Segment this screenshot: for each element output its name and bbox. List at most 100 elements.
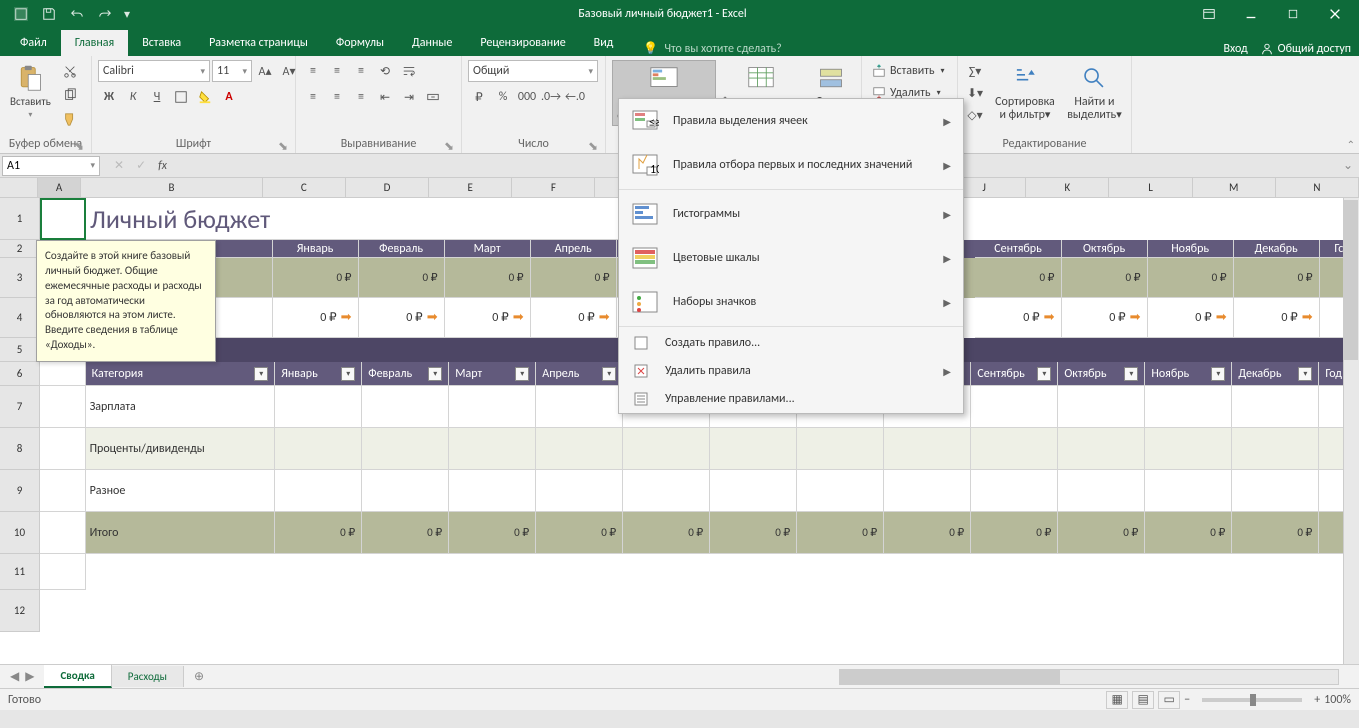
page-layout-view-button[interactable]: ▤ xyxy=(1132,691,1154,709)
normal-view-button[interactable]: ▦ xyxy=(1106,691,1128,709)
tab-scroll-right-icon[interactable]: ▶ xyxy=(25,669,34,684)
wrap-text-button[interactable] xyxy=(398,60,420,82)
tab-scroll-left-icon[interactable]: ◀ xyxy=(10,669,19,684)
row-header[interactable]: 12 xyxy=(0,590,40,632)
filter-button[interactable]: ▾ xyxy=(254,367,268,381)
orientation-icon[interactable]: ⟲ xyxy=(374,60,396,82)
row-header[interactable]: 2 xyxy=(0,240,40,258)
row-header[interactable]: 9 xyxy=(0,470,40,512)
fill-color-button[interactable] xyxy=(194,86,216,108)
align-middle-icon[interactable]: ≡ xyxy=(326,60,348,82)
file-tab[interactable]: Файл xyxy=(6,30,61,56)
minimize-button[interactable] xyxy=(1233,0,1269,28)
zoom-slider[interactable] xyxy=(1202,698,1302,702)
add-sheet-button[interactable]: ⊕ xyxy=(184,665,214,688)
share-button[interactable]: Общий доступ xyxy=(1260,42,1351,56)
col-header[interactable]: K xyxy=(1026,178,1109,198)
row-header[interactable]: 3 xyxy=(0,258,40,298)
fx-icon[interactable]: fx xyxy=(158,159,167,173)
menu-color-scales[interactable]: Цветовые шкалы▶ xyxy=(619,236,963,280)
horizontal-scrollbar[interactable] xyxy=(839,669,1339,685)
align-right-icon[interactable]: ≡ xyxy=(350,86,372,108)
align-bottom-icon[interactable]: ≡ xyxy=(350,60,372,82)
dialog-launcher-icon[interactable]: ⬊ xyxy=(73,139,85,151)
col-header[interactable]: A xyxy=(38,178,82,198)
tell-me-search[interactable]: 💡 Что вы хотите сделать? xyxy=(643,41,781,56)
dialog-launcher-icon[interactable]: ⬊ xyxy=(443,139,455,151)
number-format-combo[interactable]: Общий▾ xyxy=(468,60,598,82)
filter-button[interactable]: ▾ xyxy=(1037,367,1051,381)
currency-icon[interactable]: ₽ xyxy=(468,86,490,108)
col-header[interactable]: B xyxy=(81,178,262,198)
dialog-launcher-icon[interactable]: ⬊ xyxy=(587,139,599,151)
increase-font-icon[interactable]: A▴ xyxy=(254,60,276,82)
enter-formula-icon[interactable]: ✓ xyxy=(136,158,146,173)
increase-decimal-icon[interactable]: .0→ xyxy=(540,86,562,108)
increase-indent-icon[interactable]: ⇥ xyxy=(398,86,420,108)
underline-button[interactable]: Ч xyxy=(146,86,168,108)
sheet-tab-active[interactable]: Сводка xyxy=(44,665,111,688)
row-header[interactable]: 1 xyxy=(0,198,40,240)
percent-icon[interactable]: % xyxy=(492,86,514,108)
row-header[interactable]: 5 xyxy=(0,338,40,362)
sheet-tab[interactable]: Расходы xyxy=(112,666,184,687)
autosum-button[interactable]: ∑▾ xyxy=(964,60,986,82)
merge-button[interactable] xyxy=(422,86,444,108)
menu-new-rule[interactable]: Создать правило... xyxy=(619,329,963,357)
filter-button[interactable]: ▾ xyxy=(602,367,616,381)
collapse-ribbon-icon[interactable]: ⌃ xyxy=(1347,138,1355,151)
qat-customize[interactable]: ▾ xyxy=(120,3,134,25)
col-header[interactable]: C xyxy=(263,178,346,198)
italic-button[interactable]: К xyxy=(122,86,144,108)
ribbon-options-icon[interactable] xyxy=(1191,0,1227,28)
filter-button[interactable]: ▾ xyxy=(515,367,529,381)
align-top-icon[interactable]: ≡ xyxy=(302,60,324,82)
filter-button[interactable]: ▾ xyxy=(1298,367,1312,381)
col-header[interactable]: D xyxy=(346,178,429,198)
zoom-out-button[interactable]: − xyxy=(1184,693,1190,707)
menu-manage-rules[interactable]: Управление правилами... xyxy=(619,385,963,413)
font-color-button[interactable]: A xyxy=(218,86,240,108)
row-header[interactable]: 11 xyxy=(0,554,40,590)
comma-icon[interactable]: 000 xyxy=(516,86,538,108)
col-header[interactable]: L xyxy=(1109,178,1192,198)
tab-review[interactable]: Рецензирование xyxy=(466,30,579,56)
copy-button[interactable] xyxy=(59,84,81,106)
row-header[interactable]: 4 xyxy=(0,298,40,338)
cancel-formula-icon[interactable]: ✕ xyxy=(114,158,124,173)
font-size-combo[interactable]: 11▾ xyxy=(212,60,252,82)
border-button[interactable] xyxy=(170,86,192,108)
col-header[interactable]: F xyxy=(512,178,595,198)
cut-button[interactable] xyxy=(59,60,81,82)
align-left-icon[interactable]: ≡ xyxy=(302,86,324,108)
name-box[interactable]: A1▾ xyxy=(2,156,100,176)
row-header[interactable]: 10 xyxy=(0,512,40,554)
dialog-launcher-icon[interactable]: ⬊ xyxy=(277,139,289,151)
format-painter-button[interactable] xyxy=(59,108,81,130)
select-all-button[interactable] xyxy=(0,178,38,198)
fill-button[interactable]: ⬇▾ xyxy=(964,82,986,104)
zoom-level[interactable]: 100% xyxy=(1324,693,1351,707)
row-header[interactable]: 6 xyxy=(0,362,40,386)
paste-button[interactable]: Вставить ▾ xyxy=(6,60,55,122)
zoom-in-button[interactable]: + xyxy=(1314,693,1320,707)
menu-clear-rules[interactable]: Удалить правила▶ xyxy=(619,357,963,385)
vertical-scrollbar[interactable] xyxy=(1343,198,1359,664)
row-header[interactable]: 8 xyxy=(0,428,40,470)
save-button[interactable] xyxy=(36,3,62,25)
menu-icon-sets[interactable]: Наборы значков▶ xyxy=(619,280,963,324)
tab-data[interactable]: Данные xyxy=(398,30,466,56)
filter-button[interactable]: ▾ xyxy=(428,367,442,381)
font-name-combo[interactable]: Calibri▾ xyxy=(98,60,210,82)
page-break-view-button[interactable]: ▭ xyxy=(1158,691,1180,709)
expand-formula-bar-icon[interactable]: ⌄ xyxy=(1343,158,1359,173)
clear-button[interactable]: ◇▾ xyxy=(964,104,986,126)
find-select-button[interactable]: Найти и выделить▾ xyxy=(1064,60,1125,124)
signin-link[interactable]: Вход xyxy=(1223,42,1247,56)
tab-page-layout[interactable]: Разметка страницы xyxy=(195,30,322,56)
align-center-icon[interactable]: ≡ xyxy=(326,86,348,108)
tab-insert[interactable]: Вставка xyxy=(128,30,195,56)
tab-view[interactable]: Вид xyxy=(580,30,628,56)
col-header[interactable]: E xyxy=(429,178,512,198)
menu-data-bars[interactable]: Гистограммы▶ xyxy=(619,192,963,236)
